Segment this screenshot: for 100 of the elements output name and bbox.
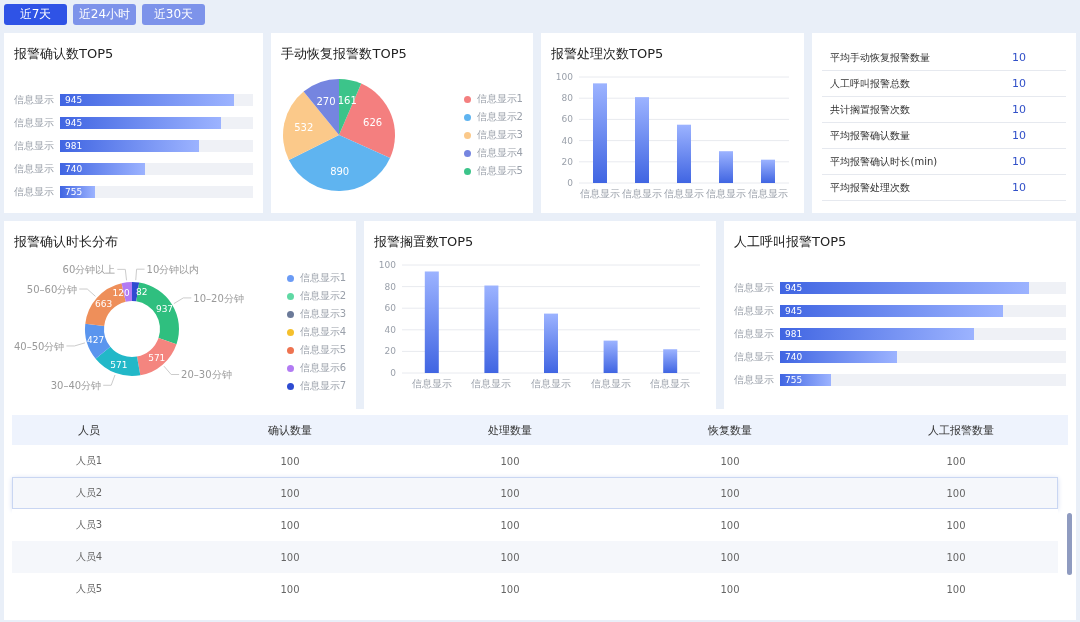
- bar-value: 755: [64, 187, 83, 197]
- table-cell-text: 100: [279, 519, 301, 531]
- legend-label: 信息显示5: [299, 343, 346, 357]
- leader-line: [163, 365, 180, 375]
- bar-value: 740: [64, 164, 83, 174]
- axis-category-label: 信息显示: [411, 378, 452, 389]
- column-header: 人工报警数量: [927, 422, 995, 438]
- stat-value: 10: [1012, 51, 1026, 64]
- bar: [761, 159, 775, 183]
- card-title: 报警处理次数TOP5: [551, 45, 665, 63]
- bar-value: 981: [64, 141, 83, 151]
- segment-label: 30–40分钟: [50, 380, 102, 392]
- stat-value: 10: [1012, 181, 1026, 194]
- card-title: 报警确认数TOP5: [14, 45, 115, 63]
- axis-tick-label: 0: [567, 178, 573, 188]
- column-header: 人员: [77, 422, 101, 438]
- bar-label: 信息显示: [734, 304, 774, 318]
- stat-label: 人工呼叫报警总数: [830, 76, 911, 91]
- segment-label: 20–30分钟: [181, 369, 232, 381]
- bar-value: 945: [784, 283, 803, 293]
- bar: [663, 349, 678, 373]
- legend-label: 信息显示4: [299, 325, 346, 339]
- table-cell-text: 100: [945, 487, 967, 499]
- bar: [719, 151, 733, 183]
- axis-tick-label: 20: [384, 346, 396, 357]
- segment-value: 663: [95, 298, 113, 309]
- leader-line: [135, 268, 146, 281]
- stat-label: 平均报警确认时长(min): [830, 154, 938, 169]
- slice-value: 270: [316, 96, 337, 108]
- bar-label: 信息显示: [734, 281, 774, 295]
- axis-tick-label: 60: [384, 303, 396, 314]
- segment-label: 10分钟以内: [146, 264, 200, 276]
- stat-value: 10: [1012, 155, 1026, 168]
- table-cell-text: 100: [945, 455, 967, 467]
- segment-value: 427: [86, 334, 105, 345]
- table-cell-text: 100: [499, 583, 521, 595]
- table-cell-text: 100: [279, 551, 301, 563]
- bar-label: 信息显示: [734, 373, 774, 387]
- stat-label: 平均报警处理次数: [830, 180, 911, 195]
- table-cell-text: 100: [279, 455, 301, 467]
- stat-label: 平均手动恢复报警数量: [830, 50, 931, 65]
- card-title: 报警搁置数TOP5: [374, 233, 475, 251]
- legend-label: 信息显示6: [299, 361, 346, 375]
- legend-label: 信息显示1: [476, 92, 523, 106]
- slice-value: 532: [294, 122, 314, 134]
- leader-line: [116, 268, 128, 281]
- bar-label: 信息显示: [734, 327, 774, 341]
- table-cell-text: 100: [945, 583, 967, 595]
- leader-line: [78, 288, 96, 297]
- legend-label: 信息显示5: [476, 164, 523, 178]
- legend-label: 信息显示2: [299, 289, 346, 303]
- table-cell-text: 100: [719, 519, 741, 531]
- bar-value: 740: [784, 352, 803, 362]
- column-header: 恢复数量: [707, 422, 753, 438]
- time-range-tab[interactable]: 近7天: [4, 4, 67, 25]
- axis-category-label: 信息显示: [531, 378, 571, 389]
- table-cell-text: 100: [719, 455, 741, 467]
- segment-value: 937: [155, 304, 174, 315]
- table-cell-text: 人员1: [74, 454, 104, 468]
- table-row[interactable]: 人员4 100 100 100 100: [12, 541, 1058, 573]
- scrollbar-thumb[interactable]: [1067, 513, 1072, 575]
- bar-value: 981: [784, 329, 803, 339]
- axis-tick-label: 80: [384, 281, 396, 292]
- bar-label: 信息显示: [14, 116, 54, 130]
- axis-tick-label: 40: [561, 135, 573, 146]
- bar-label: 信息显示: [14, 185, 54, 199]
- table-cell-text: 100: [499, 487, 521, 499]
- segment-label: 10–20分钟: [193, 292, 244, 304]
- table-cell-text: 100: [945, 519, 967, 531]
- axis-tick-label: 100: [555, 72, 573, 82]
- bar-label: 信息显示: [14, 162, 54, 176]
- axis-tick-label: 0: [390, 368, 396, 378]
- table-cell-text: 人员5: [74, 582, 104, 596]
- table-cell-text: 100: [719, 487, 741, 499]
- segment-label: 60分钟以上: [62, 264, 116, 276]
- axis-tick-label: 100: [378, 260, 396, 270]
- column-header: 确认数量: [267, 422, 313, 438]
- axis-category-label: 信息显示: [580, 188, 620, 199]
- table-row[interactable]: 人员2 100 100 100 100: [12, 477, 1058, 509]
- table-cell-text: 100: [279, 487, 301, 499]
- leader-line: [173, 297, 192, 305]
- slice-value: 626: [363, 117, 383, 128]
- stat-value: 10: [1012, 129, 1026, 142]
- card-title: 人工呼叫报警TOP5: [734, 233, 848, 251]
- bar-value: 755: [784, 375, 803, 385]
- bar-label: 信息显示: [14, 93, 54, 107]
- stat-label: 共计搁置报警次数: [830, 102, 911, 117]
- legend-label: 信息显示3: [299, 307, 346, 321]
- axis-category-label: 信息显示: [748, 188, 788, 199]
- legend-label: 信息显示4: [476, 146, 523, 160]
- table-cell-text: 100: [499, 519, 521, 531]
- table-cell-text: 人员4: [74, 550, 104, 564]
- segment-value: 571: [110, 359, 128, 370]
- axis-category-label: 信息显示: [650, 378, 691, 389]
- bar-value: 945: [64, 95, 83, 105]
- legend-label: 信息显示2: [476, 110, 523, 124]
- axis-category-label: 信息显示: [471, 378, 512, 389]
- table-cell-text: 100: [719, 551, 741, 563]
- legend-label: 信息显示3: [476, 128, 523, 142]
- legend-label: 信息显示1: [299, 271, 346, 285]
